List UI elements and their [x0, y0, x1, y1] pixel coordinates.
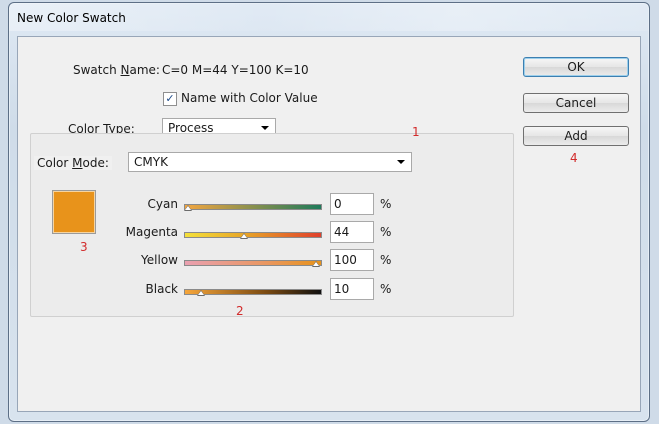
cyan-slider-track[interactable] [184, 204, 322, 210]
cyan-value-field[interactable]: 0 [330, 193, 374, 215]
cyan-slider-thumb[interactable] [184, 205, 192, 211]
yellow-slider-track[interactable] [184, 260, 322, 266]
annotation-2: 2 [236, 304, 244, 318]
black-value-field[interactable]: 10 [330, 278, 374, 300]
magenta-percent-unit: % [380, 225, 392, 239]
yellow-slider-thumb[interactable] [312, 261, 320, 267]
title-bar[interactable]: New Color Swatch [9, 3, 649, 31]
color-swatch-preview [52, 190, 96, 234]
window-title: New Color Swatch [17, 11, 126, 25]
swatch-name-value: C=0 M=44 Y=100 K=10 [162, 63, 309, 77]
chevron-down-icon [261, 126, 269, 130]
yellow-value-field[interactable]: 100 [330, 249, 374, 271]
color-mode-select[interactable]: CMYK [128, 152, 412, 172]
cancel-button[interactable]: Cancel [523, 93, 629, 113]
yellow-percent-unit: % [380, 253, 392, 267]
add-button[interactable]: Add [523, 126, 629, 146]
magenta-value-field[interactable]: 44 [330, 221, 374, 243]
name-with-color-value-checkbox[interactable]: ✓ [163, 92, 177, 106]
black-percent-unit: % [380, 282, 392, 296]
annotation-3: 3 [80, 240, 88, 254]
cyan-percent-unit: % [380, 197, 392, 211]
magenta-label: Magenta [125, 225, 178, 239]
magenta-slider-track[interactable] [184, 232, 322, 238]
swatch-name-label: Swatch Name: [73, 63, 160, 77]
annotation-4: 4 [570, 151, 578, 165]
black-slider-thumb[interactable] [196, 290, 205, 296]
color-mode-label: Color Mode: [34, 156, 112, 170]
name-with-color-value-label: Name with Color Value [181, 91, 318, 105]
ok-button[interactable]: OK [523, 57, 629, 77]
magenta-slider-thumb[interactable] [240, 233, 249, 239]
chevron-down-icon [397, 160, 405, 164]
black-label: Black [145, 282, 178, 296]
color-mode-value: CMYK [134, 155, 168, 169]
annotation-1: 1 [412, 125, 420, 139]
cyan-label: Cyan [147, 197, 178, 211]
yellow-label: Yellow [141, 253, 178, 267]
